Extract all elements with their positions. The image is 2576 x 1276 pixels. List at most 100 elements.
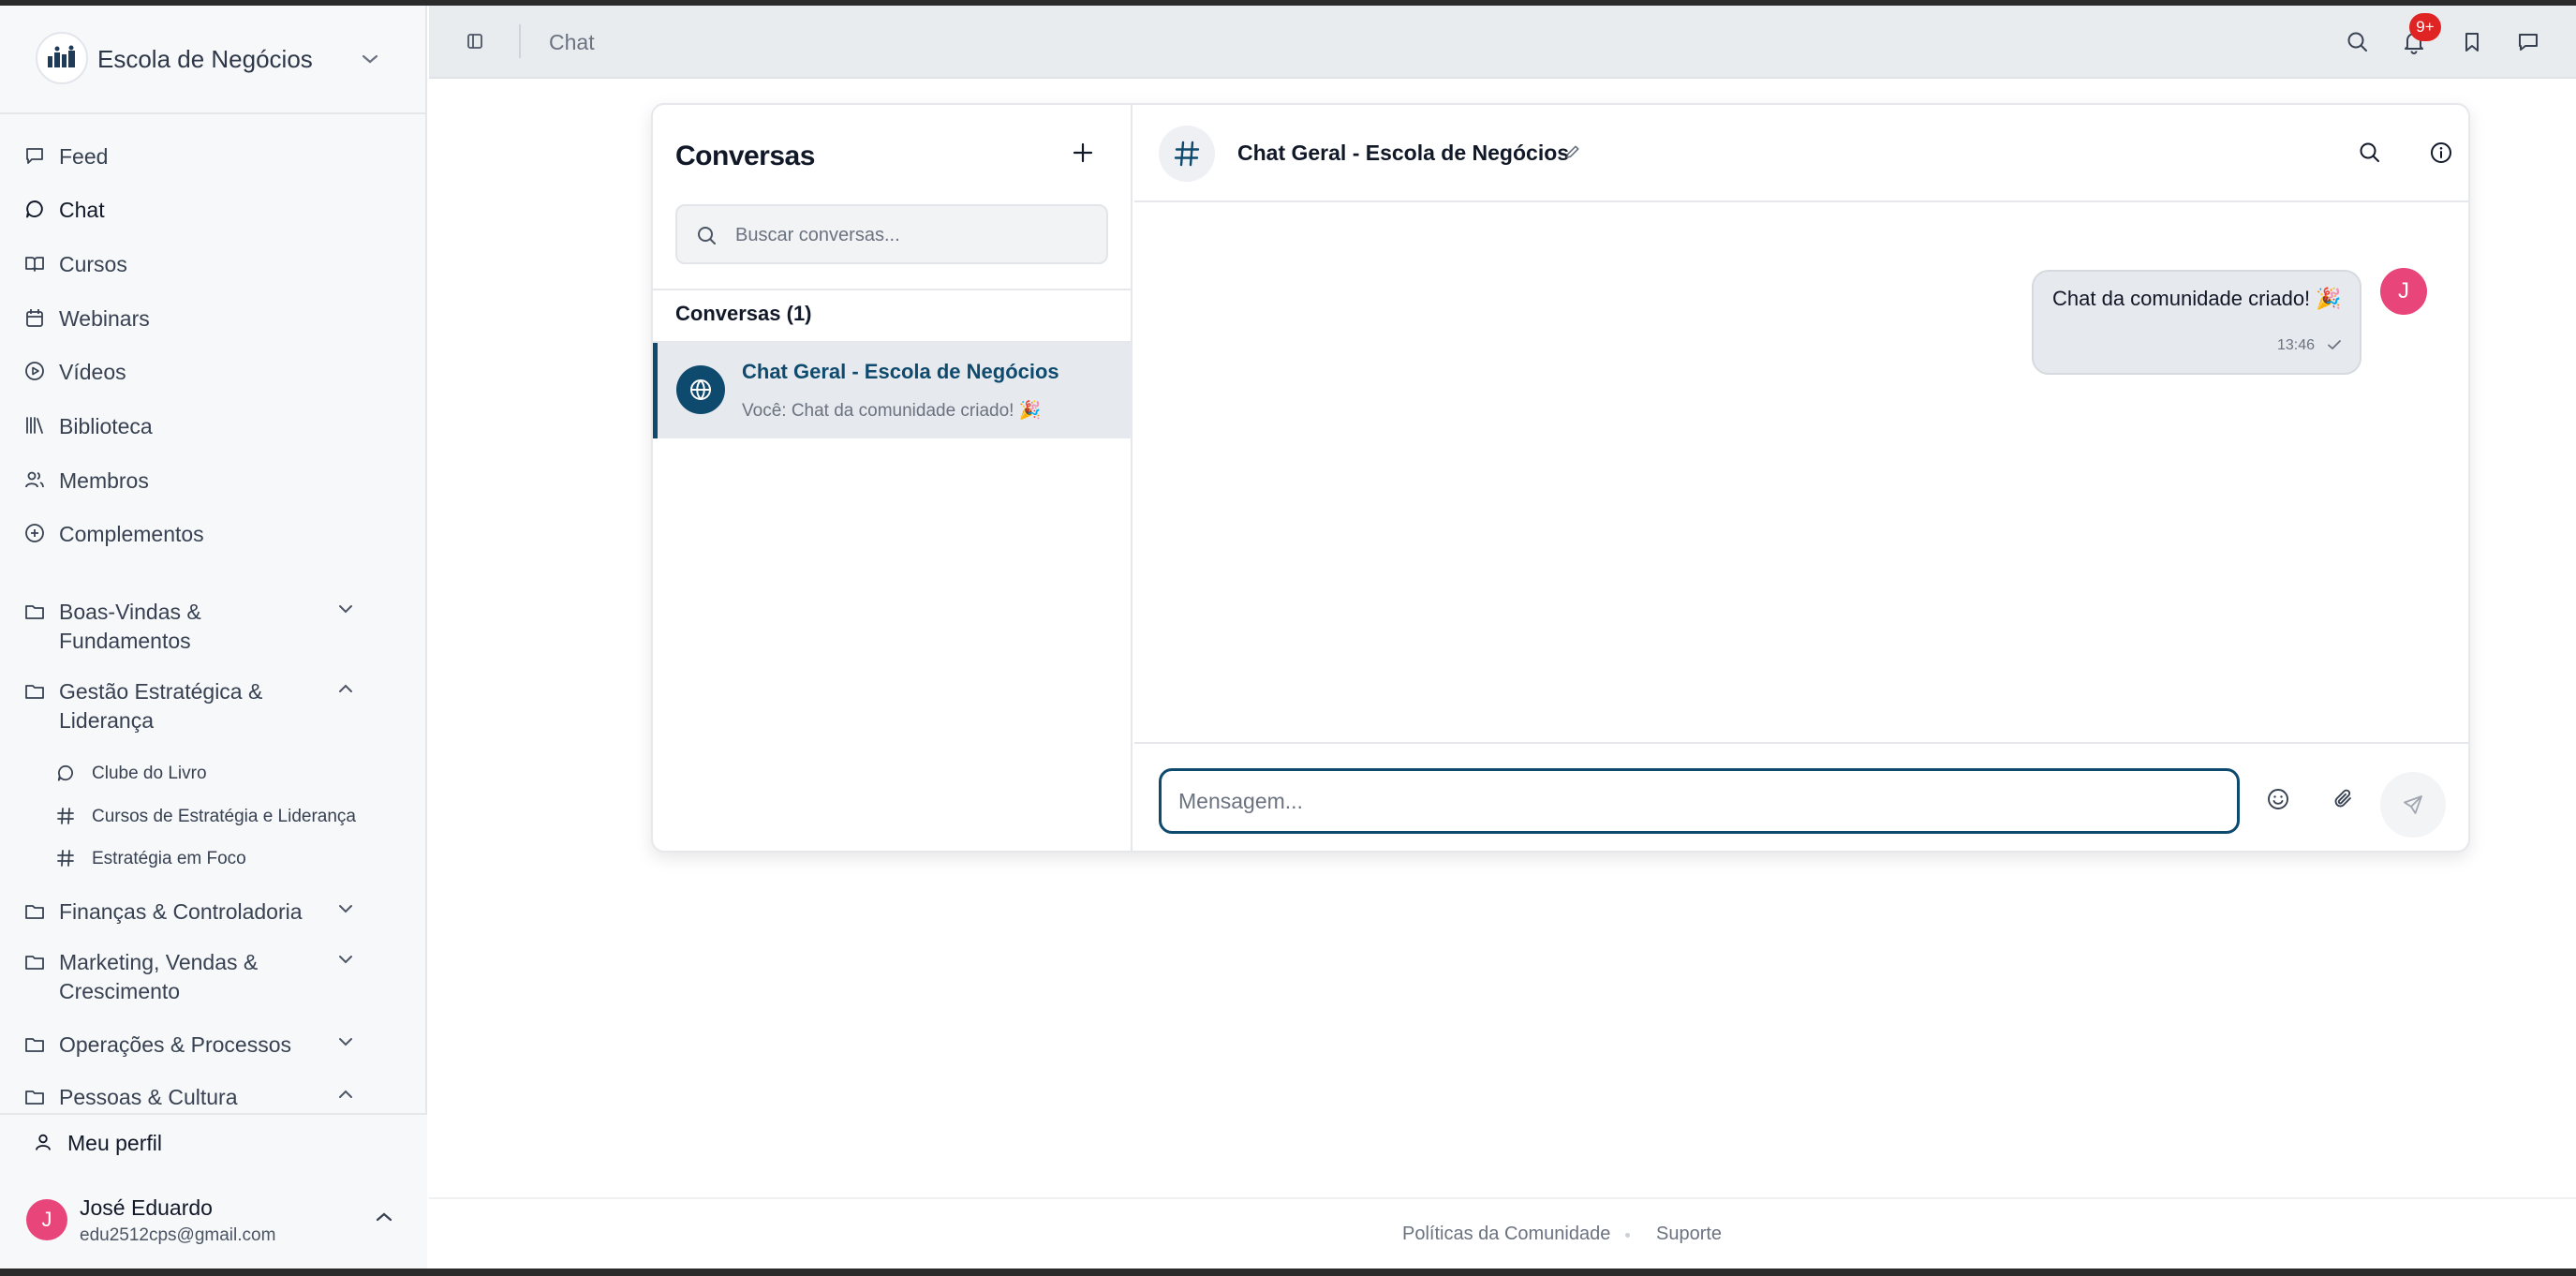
message-circle-icon: [24, 199, 45, 219]
bookmark-icon[interactable]: [2460, 30, 2486, 56]
message-square-icon: [24, 145, 45, 166]
paperclip-icon[interactable]: [2332, 787, 2356, 811]
chevron-up-icon: [375, 1210, 393, 1224]
sidebar-item-feed[interactable]: Feed: [0, 133, 427, 178]
community-logo: [36, 32, 88, 84]
calendar-icon: [24, 307, 45, 328]
top-bar: Chat: [429, 6, 2576, 79]
folder-icon: [24, 601, 45, 622]
sidebar-item-membros[interactable]: Membros: [0, 457, 427, 502]
user-icon: [34, 1133, 52, 1151]
folder-icon: [24, 901, 45, 922]
message-input[interactable]: [1178, 786, 2209, 816]
book-open-icon: [24, 253, 45, 274]
folder-icon: [24, 681, 45, 702]
sidebar-group-marketing[interactable]: Marketing, Vendas & Crescimento: [0, 948, 427, 1006]
emoji-icon[interactable]: [2266, 787, 2290, 811]
search-icon[interactable]: [2346, 30, 2372, 56]
sidebar-item-chat[interactable]: Chat: [0, 186, 427, 231]
sidebar: Escola de Negócios Feed Chat Cursos Webi…: [0, 6, 427, 1269]
sidebar-group-label: Marketing, Vendas & Crescimento: [59, 950, 259, 1003]
sidebar-group-gestao-estrategica[interactable]: Gestão Estratégica & Liderança: [0, 677, 427, 735]
sidebar-group-operacoes[interactable]: Operações & Processos: [0, 1031, 427, 1062]
community-policies-link[interactable]: Políticas da Comunidade: [1402, 1224, 1610, 1245]
conversation-item[interactable]: Chat Geral - Escola de Negócios Você: Ch…: [653, 343, 1133, 438]
page-footer: Políticas da Comunidade Suporte: [429, 1197, 2576, 1269]
separator-dot: [1625, 1233, 1630, 1238]
check-icon: [2326, 337, 2343, 352]
chevron-down-icon: [337, 954, 354, 965]
sidebar-group-financas[interactable]: Finanças & Controladoria: [0, 898, 427, 929]
sidebar-item-label: Biblioteca: [59, 414, 153, 438]
divider: [653, 289, 1133, 290]
sidebar-channel-label: Clube do Livro: [92, 764, 207, 783]
sidebar-channel-estrategia-em-foco[interactable]: Estratégia em Foco: [0, 839, 427, 877]
avatar[interactable]: J: [2380, 268, 2427, 315]
conversation-search[interactable]: [675, 204, 1108, 264]
sidebar-channel-cursos-estrategia[interactable]: Cursos de Estratégia e Liderança: [0, 797, 427, 835]
hash-icon: [56, 849, 75, 868]
sidebar-group-boas-vindas[interactable]: Boas-Vindas & Fundamentos: [0, 598, 427, 656]
notification-badge: 9+: [2409, 13, 2441, 41]
search-icon: [696, 225, 718, 247]
chat-card: Conversas Conversas (1) Chat Geral - Esc…: [651, 103, 2470, 853]
play-circle-icon: [24, 361, 45, 381]
search-input[interactable]: [735, 219, 1091, 251]
send-button[interactable]: [2380, 772, 2446, 838]
sidebar-item-label: Cursos: [59, 252, 127, 276]
hash-icon: [1159, 126, 1215, 182]
globe-icon: [676, 365, 725, 414]
new-conversation-button[interactable]: [1071, 141, 1095, 165]
sidebar-item-webinars[interactable]: Webinars: [0, 295, 427, 340]
sidebar-group-label: Gestão Estratégica & Liderança: [59, 679, 263, 733]
send-icon: [2402, 794, 2424, 816]
sidebar-item-complementos[interactable]: Complementos: [0, 511, 427, 556]
sidebar-item-label: Feed: [59, 144, 109, 169]
sidebar-toggle-icon[interactable]: [466, 33, 483, 50]
chevron-down-icon: [337, 1036, 354, 1047]
sidebar-channel-label: Estratégia em Foco: [92, 849, 246, 868]
message-field[interactable]: [1159, 768, 2240, 834]
sidebar-group-label: Operações & Processos: [59, 1032, 292, 1057]
users-icon: [24, 469, 45, 490]
my-profile-label: Meu perfil: [67, 1131, 162, 1155]
chevron-down-icon: [361, 52, 379, 66]
chevron-up-icon: [337, 683, 354, 694]
community-switcher[interactable]: Escola de Negócios: [0, 6, 427, 114]
chat-header: Chat Geral - Escola de Negócios: [1134, 105, 2468, 202]
sidebar-item-videos[interactable]: Vídeos: [0, 349, 427, 393]
my-profile-link[interactable]: Meu perfil: [0, 1115, 427, 1167]
folder-icon: [24, 1087, 45, 1107]
folder-icon: [24, 952, 45, 972]
avatar: J: [26, 1199, 67, 1240]
sidebar-item-label: Chat: [59, 198, 105, 222]
messages-icon[interactable]: [2516, 30, 2542, 56]
support-link[interactable]: Suporte: [1656, 1224, 1722, 1245]
community-name: Escola de Negócios: [97, 45, 313, 73]
user-menu[interactable]: J José Eduardo edu2512cps@gmail.com: [0, 1190, 427, 1265]
chat-title: Chat Geral - Escola de Negócios: [1237, 141, 1570, 165]
sidebar-group-label: Finanças & Controladoria: [59, 899, 303, 924]
search-icon[interactable]: [2358, 141, 2382, 165]
app-window: Escola de Negócios Feed Chat Cursos Webi…: [0, 6, 2576, 1269]
pencil-icon[interactable]: [1563, 142, 1582, 161]
sidebar-item-cursos[interactable]: Cursos: [0, 241, 427, 286]
conversation-preview: Você: Chat da comunidade criado! 🎉: [742, 401, 1042, 421]
sidebar-group-pessoas[interactable]: Pessoas & Cultura: [0, 1083, 427, 1115]
conversations-panel: Conversas Conversas (1) Chat Geral - Esc…: [653, 105, 1133, 851]
hash-icon: [56, 807, 75, 825]
sidebar-item-biblioteca[interactable]: Biblioteca: [0, 403, 427, 448]
sidebar-footer: Meu perfil J José Eduardo edu2512cps@gma…: [0, 1113, 427, 1269]
message-text: Chat da comunidade criado! 🎉: [2052, 287, 2342, 310]
message-composer: [1134, 742, 2468, 851]
user-email: edu2512cps@gmail.com: [80, 1225, 276, 1245]
conversations-title: Conversas: [675, 141, 815, 171]
sidebar-item-label: Membros: [59, 468, 149, 493]
plus-circle-icon: [24, 523, 45, 543]
sidebar-item-label: Vídeos: [59, 360, 126, 384]
message-bubble[interactable]: Chat da comunidade criado! 🎉 13:46: [2032, 270, 2361, 375]
info-icon[interactable]: [2429, 141, 2453, 165]
sidebar-channel-clube-do-livro[interactable]: Clube do Livro: [0, 754, 427, 792]
user-name: José Eduardo: [80, 1195, 213, 1220]
chat-panel: Chat Geral - Escola de Negócios Chat da …: [1134, 105, 2468, 851]
